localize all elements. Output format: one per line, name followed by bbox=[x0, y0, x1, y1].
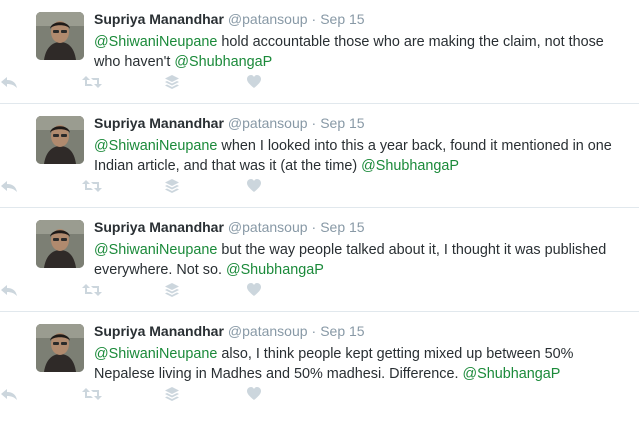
mention-link[interactable]: @ShubhangaP bbox=[463, 366, 561, 382]
author-name[interactable]: Supriya Manandhar bbox=[94, 115, 224, 131]
mention-link[interactable]: @ShiwaniNeupane bbox=[94, 138, 217, 154]
tweet-header: Supriya Manandhar @patansoup · Sep 15 bbox=[94, 10, 629, 28]
retweet-icon[interactable] bbox=[82, 386, 102, 404]
separator-dot: · bbox=[311, 323, 317, 339]
author-name[interactable]: Supriya Manandhar bbox=[94, 323, 224, 339]
reply-icon[interactable] bbox=[0, 386, 20, 404]
author-handle[interactable]: @patansoup bbox=[228, 219, 308, 235]
tweet-header: Supriya Manandhar @patansoup · Sep 15 bbox=[94, 218, 629, 236]
mention-link[interactable]: @ShiwaniNeupane bbox=[94, 346, 217, 362]
retweet-icon[interactable] bbox=[82, 178, 102, 196]
mention-link[interactable]: @ShubhangaP bbox=[361, 158, 459, 174]
heart-icon[interactable] bbox=[246, 282, 266, 300]
tweet-actions bbox=[0, 386, 290, 404]
reply-icon[interactable] bbox=[0, 178, 20, 196]
tweet-header: Supriya Manandhar @patansoup · Sep 15 bbox=[94, 322, 629, 340]
tweet-timestamp[interactable]: Sep 15 bbox=[320, 115, 364, 131]
heart-icon[interactable] bbox=[246, 386, 266, 404]
stack-icon[interactable] bbox=[164, 178, 184, 196]
tweet-content: Supriya Manandhar @patansoup · Sep 15 @Shiw… bbox=[94, 114, 629, 176]
stack-icon[interactable] bbox=[164, 282, 184, 300]
tweet-content: Supriya Manandhar @patansoup · Sep 15 @Shiw… bbox=[94, 218, 629, 280]
author-handle[interactable]: @patansoup bbox=[228, 323, 308, 339]
mention-link[interactable]: @ShiwaniNeupane bbox=[94, 242, 217, 258]
separator-dot: · bbox=[311, 115, 317, 131]
reply-icon[interactable] bbox=[0, 282, 20, 300]
author-name[interactable]: Supriya Manandhar bbox=[94, 219, 224, 235]
author-handle[interactable]: @patansoup bbox=[228, 115, 308, 131]
retweet-icon[interactable] bbox=[82, 282, 102, 300]
retweet-icon[interactable] bbox=[82, 74, 102, 92]
tweet-timeline: Supriya Manandhar @patansoup · Sep 15 @Shiw… bbox=[0, 0, 639, 416]
heart-icon[interactable] bbox=[246, 178, 266, 196]
tweet-text: @ShiwaniNeupane also, I think people kep… bbox=[94, 344, 629, 384]
author-handle[interactable]: @patansoup bbox=[228, 11, 308, 27]
tweet-timestamp[interactable]: Sep 15 bbox=[320, 323, 364, 339]
avatar[interactable] bbox=[36, 324, 84, 372]
stack-icon[interactable] bbox=[164, 386, 184, 404]
tweet-item[interactable]: Supriya Manandhar @patansoup · Sep 15 @Shiw… bbox=[0, 0, 639, 104]
avatar[interactable] bbox=[36, 220, 84, 268]
tweet-item[interactable]: Supriya Manandhar @patansoup · Sep 15 @Shiw… bbox=[0, 104, 639, 208]
tweet-timestamp[interactable]: Sep 15 bbox=[320, 11, 364, 27]
mention-link[interactable]: @ShiwaniNeupane bbox=[94, 34, 217, 50]
tweet-text: @ShiwaniNeupane but the way people talke… bbox=[94, 240, 629, 280]
mention-link[interactable]: @ShubhangaP bbox=[174, 54, 272, 70]
avatar[interactable] bbox=[36, 12, 84, 60]
tweet-item[interactable]: Supriya Manandhar @patansoup · Sep 15 @Shiw… bbox=[0, 208, 639, 312]
heart-icon[interactable] bbox=[246, 74, 266, 92]
tweet-timestamp[interactable]: Sep 15 bbox=[320, 219, 364, 235]
mention-link[interactable]: @ShubhangaP bbox=[226, 262, 324, 278]
tweet-content: Supriya Manandhar @patansoup · Sep 15 @Shiw… bbox=[94, 322, 629, 384]
stack-icon[interactable] bbox=[164, 74, 184, 92]
avatar[interactable] bbox=[36, 116, 84, 164]
tweet-text: @ShiwaniNeupane hold accountable those w… bbox=[94, 32, 629, 72]
author-name[interactable]: Supriya Manandhar bbox=[94, 11, 224, 27]
tweet-actions bbox=[0, 282, 290, 300]
tweet-content: Supriya Manandhar @patansoup · Sep 15 @Shiw… bbox=[94, 10, 629, 72]
separator-dot: · bbox=[311, 11, 317, 27]
tweet-actions bbox=[0, 178, 290, 196]
tweet-header: Supriya Manandhar @patansoup · Sep 15 bbox=[94, 114, 629, 132]
tweet-item[interactable]: Supriya Manandhar @patansoup · Sep 15 @Shiw… bbox=[0, 312, 639, 416]
reply-icon[interactable] bbox=[0, 74, 20, 92]
tweet-actions bbox=[0, 74, 290, 92]
separator-dot: · bbox=[311, 219, 317, 235]
tweet-text: @ShiwaniNeupane when I looked into this … bbox=[94, 136, 629, 176]
